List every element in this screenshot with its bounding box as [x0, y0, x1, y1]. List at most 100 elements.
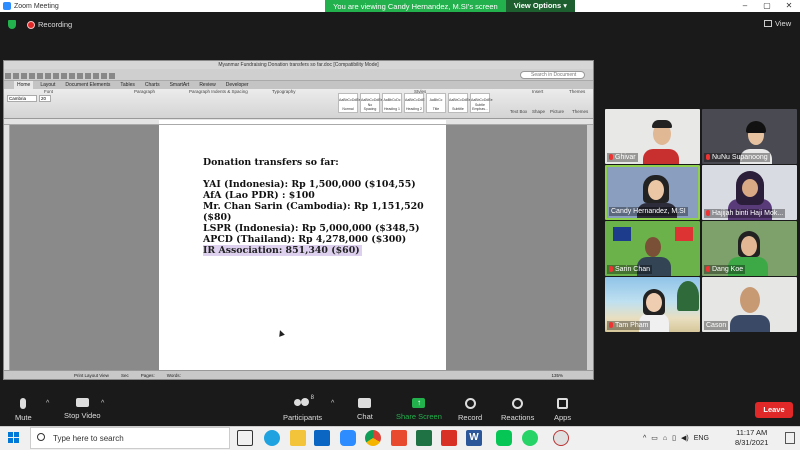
- participants-options-chevron-icon[interactable]: ^: [331, 400, 334, 407]
- language-indicator[interactable]: ENG: [694, 435, 709, 442]
- mute-options-chevron-icon[interactable]: ^: [46, 400, 49, 407]
- view-button[interactable]: View: [764, 19, 791, 28]
- store-icon[interactable]: [314, 430, 330, 446]
- action-center-icon[interactable]: [785, 432, 795, 444]
- pinned-app-icon[interactable]: [553, 430, 569, 446]
- insert-shape-button[interactable]: Shape: [532, 109, 545, 114]
- presentation-app-icon[interactable]: [391, 430, 407, 446]
- ribbon-tab[interactable]: Layout: [37, 81, 58, 89]
- pdf-reader-icon[interactable]: [441, 430, 457, 446]
- line-app-icon[interactable]: [496, 430, 512, 446]
- file-explorer-icon[interactable]: [290, 430, 306, 446]
- participant-tile[interactable]: Sarin Chan: [605, 221, 700, 276]
- edge-browser-icon[interactable]: [264, 430, 280, 446]
- clock-date: 8/31/2021: [735, 438, 769, 447]
- redo-icon[interactable]: [45, 73, 51, 79]
- style-subtitle[interactable]: AaBbCcDdEe Subtitle: [448, 93, 471, 113]
- participant-name: Cason: [704, 321, 729, 330]
- windows-start-icon[interactable]: [8, 432, 20, 444]
- sidebar-icon[interactable]: [101, 73, 107, 79]
- columns-icon[interactable]: [93, 73, 99, 79]
- save-icon[interactable]: [21, 73, 27, 79]
- ribbon-tab[interactable]: Document Elements: [62, 81, 113, 89]
- close-icon[interactable]: ✕: [778, 0, 800, 12]
- ribbon-tab[interactable]: Tables: [117, 81, 137, 89]
- ribbon-tab[interactable]: Developer: [223, 81, 252, 89]
- word-search-input[interactable]: Search in Document: [520, 71, 585, 79]
- ribbon-tab[interactable]: Home: [14, 81, 34, 89]
- participant-tile[interactable]: Dang Koe: [702, 221, 797, 276]
- network-icon[interactable]: ⌂: [663, 435, 667, 442]
- participants-button[interactable]: 8 Participants: [283, 395, 322, 422]
- notification-icon[interactable]: ▭: [651, 434, 658, 442]
- video-options-chevron-icon[interactable]: ^: [101, 400, 104, 407]
- status-words: Words:: [166, 373, 181, 378]
- participant-tile-active-speaker[interactable]: Candy Hernandez, M.SI: [605, 165, 700, 220]
- participant-tile[interactable]: Tam Pham: [605, 277, 700, 332]
- print-icon[interactable]: [29, 73, 35, 79]
- taskbar-clock[interactable]: 11:17 AM 8/31/2021: [735, 428, 768, 448]
- leave-button[interactable]: Leave: [755, 402, 793, 418]
- ribbon-tab[interactable]: SmartArt: [167, 81, 193, 89]
- participant-tile[interactable]: NuNu Supanoong: [702, 109, 797, 164]
- new-doc-icon[interactable]: [5, 73, 11, 79]
- vertical-scrollbar[interactable]: [587, 125, 593, 370]
- volume-icon[interactable]: ◀): [681, 434, 689, 442]
- word-status-bar: Print Layout View Sec Pages: Words: 135%: [4, 370, 593, 379]
- font-name-select[interactable]: Cambria: [7, 95, 37, 102]
- taskbar-search-input[interactable]: Type here to search: [30, 427, 230, 449]
- grid-icon: [764, 20, 772, 27]
- chat-button[interactable]: Chat: [357, 398, 373, 421]
- status-zoom[interactable]: 135%: [551, 371, 563, 379]
- insert-picture-button[interactable]: Picture: [550, 109, 564, 114]
- style-subtle-emphasis[interactable]: AaBbCcDdEe Subtle Emphas...: [470, 93, 493, 113]
- participant-tile[interactable]: Hajijah binti Haji Mok...: [702, 165, 797, 220]
- view-options-button[interactable]: View Options ▾: [505, 0, 575, 12]
- ribbon-tab[interactable]: Review: [196, 81, 218, 89]
- tray-expand-icon[interactable]: ^: [643, 435, 646, 442]
- style-heading-1[interactable]: AaBbCcDc Heading 1: [382, 93, 402, 113]
- undo-icon[interactable]: [37, 73, 43, 79]
- participant-tile[interactable]: Ghivar: [605, 109, 700, 164]
- maximize-icon[interactable]: ▢: [756, 0, 778, 12]
- task-view-icon[interactable]: [237, 430, 253, 446]
- participant-tile[interactable]: Cason: [702, 277, 797, 332]
- zoom-icon[interactable]: [109, 73, 115, 79]
- table-icon[interactable]: [85, 73, 91, 79]
- open-icon[interactable]: [13, 73, 19, 79]
- style-no-spacing[interactable]: AaBbCcDdEe No Spacing: [360, 93, 383, 113]
- style-normal[interactable]: AaBbCcDdEe Normal: [338, 93, 361, 113]
- view-button-label: View: [775, 19, 792, 28]
- battery-icon[interactable]: ▯: [672, 434, 676, 442]
- ribbon-tabs: Home Layout Document Elements Tables Cha…: [4, 81, 593, 89]
- minimize-icon[interactable]: –: [734, 0, 756, 12]
- zoom-app-icon[interactable]: [340, 430, 356, 446]
- style-heading-2[interactable]: AaBbCcDdE Heading 2: [404, 93, 425, 113]
- share-screen-button[interactable]: ↑ Share Screen: [396, 398, 442, 421]
- document-text[interactable]: Donation transfers so far: YAI (Indonesi…: [203, 157, 424, 256]
- status-sec: Sec: [120, 373, 129, 378]
- copy-icon[interactable]: [61, 73, 67, 79]
- ribbon-tab[interactable]: Charts: [142, 81, 163, 89]
- record-button[interactable]: Record: [458, 398, 482, 422]
- word-app-icon[interactable]: W: [466, 430, 482, 446]
- paste-icon[interactable]: [69, 73, 75, 79]
- recording-label[interactable]: Recording: [38, 20, 72, 29]
- document-page[interactable]: Donation transfers so far: YAI (Indonesi…: [159, 125, 446, 370]
- excel-icon[interactable]: [416, 430, 432, 446]
- cut-icon[interactable]: [53, 73, 59, 79]
- style-title[interactable]: AaBbCc Title: [426, 93, 446, 113]
- themes-button[interactable]: Themes: [572, 109, 588, 114]
- format-painter-icon[interactable]: [77, 73, 83, 79]
- reactions-button[interactable]: Reactions: [501, 398, 534, 422]
- participant-name: Tam Pham: [607, 321, 651, 330]
- apps-button[interactable]: Apps: [554, 398, 571, 422]
- security-shield-icon[interactable]: [8, 20, 16, 29]
- font-size-select[interactable]: 20: [39, 95, 51, 102]
- whatsapp-icon[interactable]: [522, 430, 538, 446]
- chrome-icon[interactable]: [365, 430, 381, 446]
- insert-textbox-button[interactable]: Text Box: [510, 109, 527, 114]
- mic-muted-icon: [706, 266, 710, 272]
- mute-button[interactable]: Mute: [15, 398, 32, 422]
- stop-video-button[interactable]: Stop Video: [64, 398, 101, 420]
